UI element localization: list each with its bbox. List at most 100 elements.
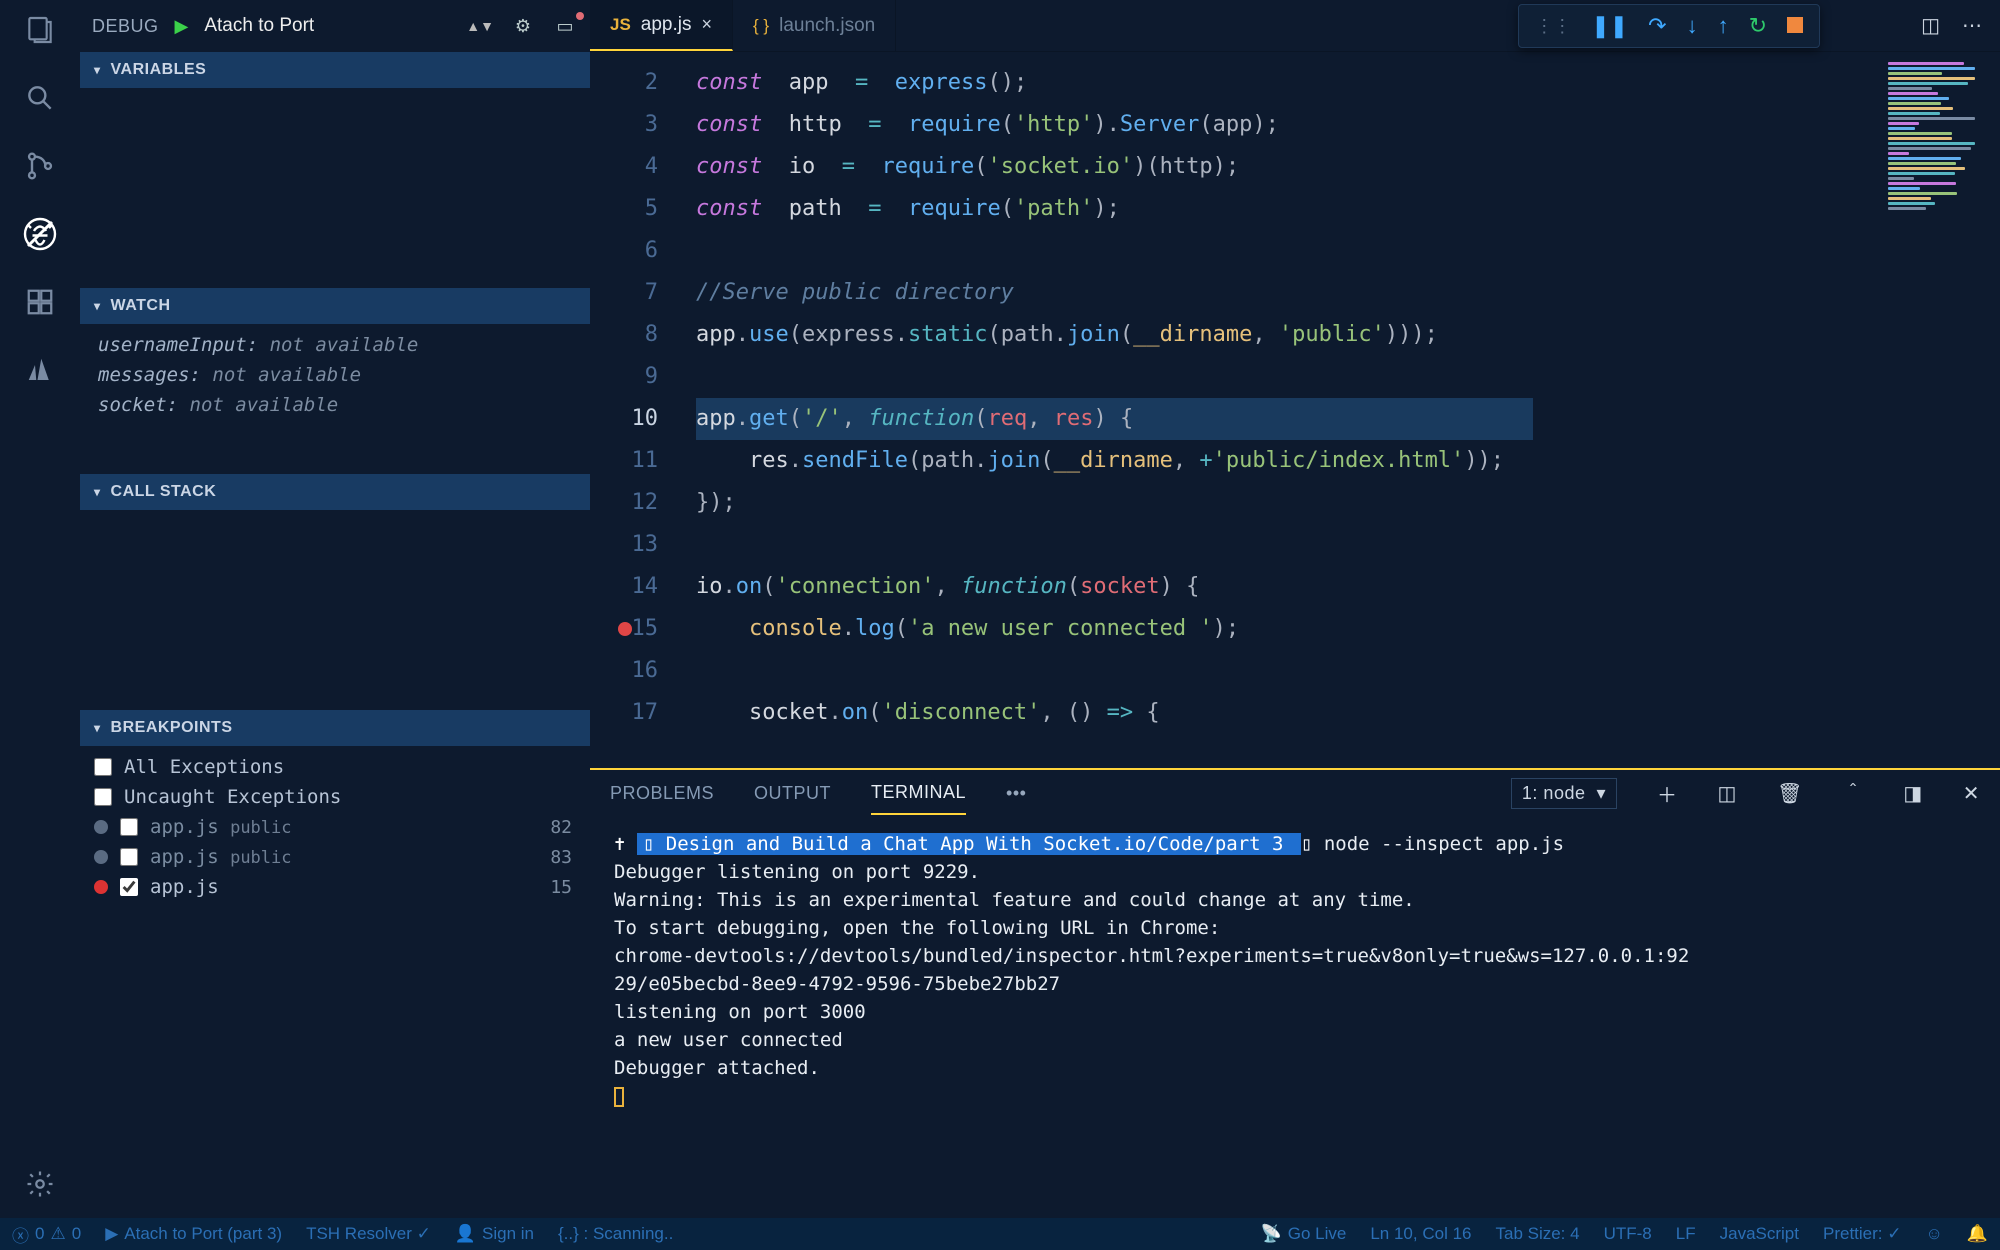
code-line[interactable]: socket.on('disconnect', () => { xyxy=(696,692,1880,734)
close-tab-icon[interactable]: × xyxy=(702,14,713,35)
code-line[interactable] xyxy=(696,650,1880,692)
section-header-callstack[interactable]: ▾CALL STACK xyxy=(80,474,590,510)
status-errors[interactable]: ⓧ 0 ⚠ 0 xyxy=(12,1222,81,1247)
status-prettier[interactable]: Prettier: ✓ xyxy=(1823,1224,1901,1244)
code-line[interactable]: app.use(express.static(path.join(__dirna… xyxy=(696,314,1880,356)
code-line[interactable] xyxy=(696,524,1880,566)
status-debug[interactable]: ▶ Atach to Port (part 3) xyxy=(105,1224,282,1244)
status-eol[interactable]: LF xyxy=(1676,1224,1696,1244)
breakpoint-checkbox[interactable] xyxy=(94,758,112,776)
watch-row[interactable]: socket: not available xyxy=(80,390,590,420)
line-gutter[interactable]: 234567891011121314151617 xyxy=(590,52,676,768)
line-number[interactable]: 7 xyxy=(590,272,658,314)
line-number[interactable]: 14 xyxy=(590,566,658,608)
status-bell-icon[interactable]: 🔔 xyxy=(1967,1224,1988,1244)
status-resolver[interactable]: TSH Resolver ✓ xyxy=(306,1224,431,1244)
kill-terminal-icon[interactable]: 🗑 xyxy=(1777,781,1803,806)
line-number[interactable]: 6 xyxy=(590,230,658,272)
code-line[interactable]: app.get('/', function(req, res) { xyxy=(696,398,1533,440)
tab-launch-json[interactable]: { } launch.json xyxy=(733,0,896,51)
code-line[interactable]: }); xyxy=(696,482,1880,524)
explorer-icon[interactable] xyxy=(22,12,58,48)
step-out-icon[interactable]: ↑ xyxy=(1718,13,1729,39)
section-header-breakpoints[interactable]: ▾BREAKPOINTS xyxy=(80,710,590,746)
status-scanning[interactable]: {..} : Scanning.. xyxy=(558,1224,673,1244)
code-line[interactable]: const app = express(); xyxy=(696,62,1880,104)
azure-icon[interactable] xyxy=(22,352,58,388)
breakpoint-checkbox[interactable] xyxy=(120,848,138,866)
line-number[interactable]: 3 xyxy=(590,104,658,146)
restart-icon[interactable]: ↻ xyxy=(1749,13,1767,39)
terminal-output[interactable]: ✝ ▯ Design and Build a Chat App With Soc… xyxy=(590,816,2000,1218)
minimap[interactable] xyxy=(1880,52,2000,768)
status-signin[interactable]: 👤 Sign in xyxy=(455,1224,534,1244)
breakpoint-checkbox[interactable] xyxy=(120,878,138,896)
code-line[interactable]: console.log('a new user connected '); xyxy=(696,608,1880,650)
debug-config-select[interactable]: Atach to Port xyxy=(204,15,450,37)
code-line[interactable]: //Serve public directory xyxy=(696,272,1880,314)
line-number[interactable]: 9 xyxy=(590,356,658,398)
line-number[interactable]: 17 xyxy=(590,692,658,734)
panel-overflow-icon[interactable]: ••• xyxy=(1006,783,1026,804)
status-tabsize[interactable]: Tab Size: 4 xyxy=(1495,1224,1579,1244)
line-number[interactable]: 10 xyxy=(590,398,658,440)
line-number[interactable]: 4 xyxy=(590,146,658,188)
debug-icon[interactable] xyxy=(22,216,58,252)
section-header-watch[interactable]: ▾WATCH xyxy=(80,288,590,324)
code-line[interactable]: const path = require('path'); xyxy=(696,188,1880,230)
close-panel-icon[interactable]: ✕ xyxy=(1963,781,1980,806)
breakpoint-checkbox[interactable] xyxy=(120,818,138,836)
breakpoint-checkbox[interactable] xyxy=(94,788,112,806)
debug-settings-gear-icon[interactable]: ⚙ xyxy=(510,16,536,37)
status-feedback-icon[interactable]: ☺ xyxy=(1925,1224,1942,1244)
breakpoint-row[interactable]: All Exceptions xyxy=(80,752,590,782)
watch-row[interactable]: usernameInput: not available xyxy=(80,330,590,360)
line-number[interactable]: 12 xyxy=(590,482,658,524)
start-debug-icon[interactable]: ▶ xyxy=(175,16,189,37)
debug-console-icon[interactable]: ▭ xyxy=(552,16,578,37)
stop-icon[interactable] xyxy=(1787,13,1803,39)
tab-app-js[interactable]: JS app.js × xyxy=(590,0,733,51)
settings-gear-icon[interactable] xyxy=(22,1166,58,1202)
section-header-variables[interactable]: ▾VARIABLES xyxy=(80,52,590,88)
breakpoint-row[interactable]: app.js15 xyxy=(80,872,590,902)
toolbar-grip-icon[interactable]: ⋮⋮ xyxy=(1535,16,1571,37)
breakpoint-marker[interactable] xyxy=(618,622,632,636)
code-line[interactable] xyxy=(696,356,1880,398)
breakpoint-row[interactable]: app.js public83 xyxy=(80,842,590,872)
breakpoint-row[interactable]: Uncaught Exceptions xyxy=(80,782,590,812)
status-position[interactable]: Ln 10, Col 16 xyxy=(1370,1224,1471,1244)
code-line[interactable]: res.sendFile(path.join(__dirname, +'publ… xyxy=(696,440,1880,482)
maximize-panel-icon[interactable]: ＾ xyxy=(1843,779,1864,808)
new-terminal-icon[interactable]: ＋ xyxy=(1657,779,1678,808)
step-over-icon[interactable]: ↷ xyxy=(1648,13,1666,39)
line-number[interactable]: 8 xyxy=(590,314,658,356)
status-golive[interactable]: 📡 Go Live xyxy=(1261,1224,1347,1244)
line-number[interactable]: 16 xyxy=(590,650,658,692)
terminal-select[interactable]: 1: node ▾ xyxy=(1511,778,1617,809)
step-into-icon[interactable]: ↓ xyxy=(1687,13,1698,39)
code-line[interactable]: io.on('connection', function(socket) { xyxy=(696,566,1880,608)
line-number[interactable]: 5 xyxy=(590,188,658,230)
code-area[interactable]: const app = express();const http = requi… xyxy=(676,52,1880,768)
watch-row[interactable]: messages: not available xyxy=(80,360,590,390)
split-editor-icon[interactable]: ◫ xyxy=(1921,13,1940,38)
split-terminal-icon[interactable]: ◫ xyxy=(1718,781,1737,806)
panel-tab-output[interactable]: OUTPUT xyxy=(754,773,831,814)
panel-tab-problems[interactable]: PROBLEMS xyxy=(610,773,714,814)
code-editor[interactable]: 234567891011121314151617 const app = exp… xyxy=(590,52,2000,768)
more-actions-icon[interactable]: ⋯ xyxy=(1962,13,1982,38)
line-number[interactable]: 11 xyxy=(590,440,658,482)
pause-icon[interactable]: ❚❚ xyxy=(1591,13,1628,39)
search-icon[interactable] xyxy=(22,80,58,116)
scm-icon[interactable] xyxy=(22,148,58,184)
line-number[interactable]: 2 xyxy=(590,62,658,104)
debug-toolbar[interactable]: ⋮⋮ ❚❚ ↷ ↓ ↑ ↻ xyxy=(1518,4,1820,48)
code-line[interactable] xyxy=(696,230,1880,272)
code-line[interactable]: const io = require('socket.io')(http); xyxy=(696,146,1880,188)
breakpoint-row[interactable]: app.js public82 xyxy=(80,812,590,842)
toggle-panel-icon[interactable]: ◨ xyxy=(1903,781,1922,806)
code-line[interactable]: const http = require('http').Server(app)… xyxy=(696,104,1880,146)
extensions-icon[interactable] xyxy=(22,284,58,320)
status-language[interactable]: JavaScript xyxy=(1720,1224,1799,1244)
